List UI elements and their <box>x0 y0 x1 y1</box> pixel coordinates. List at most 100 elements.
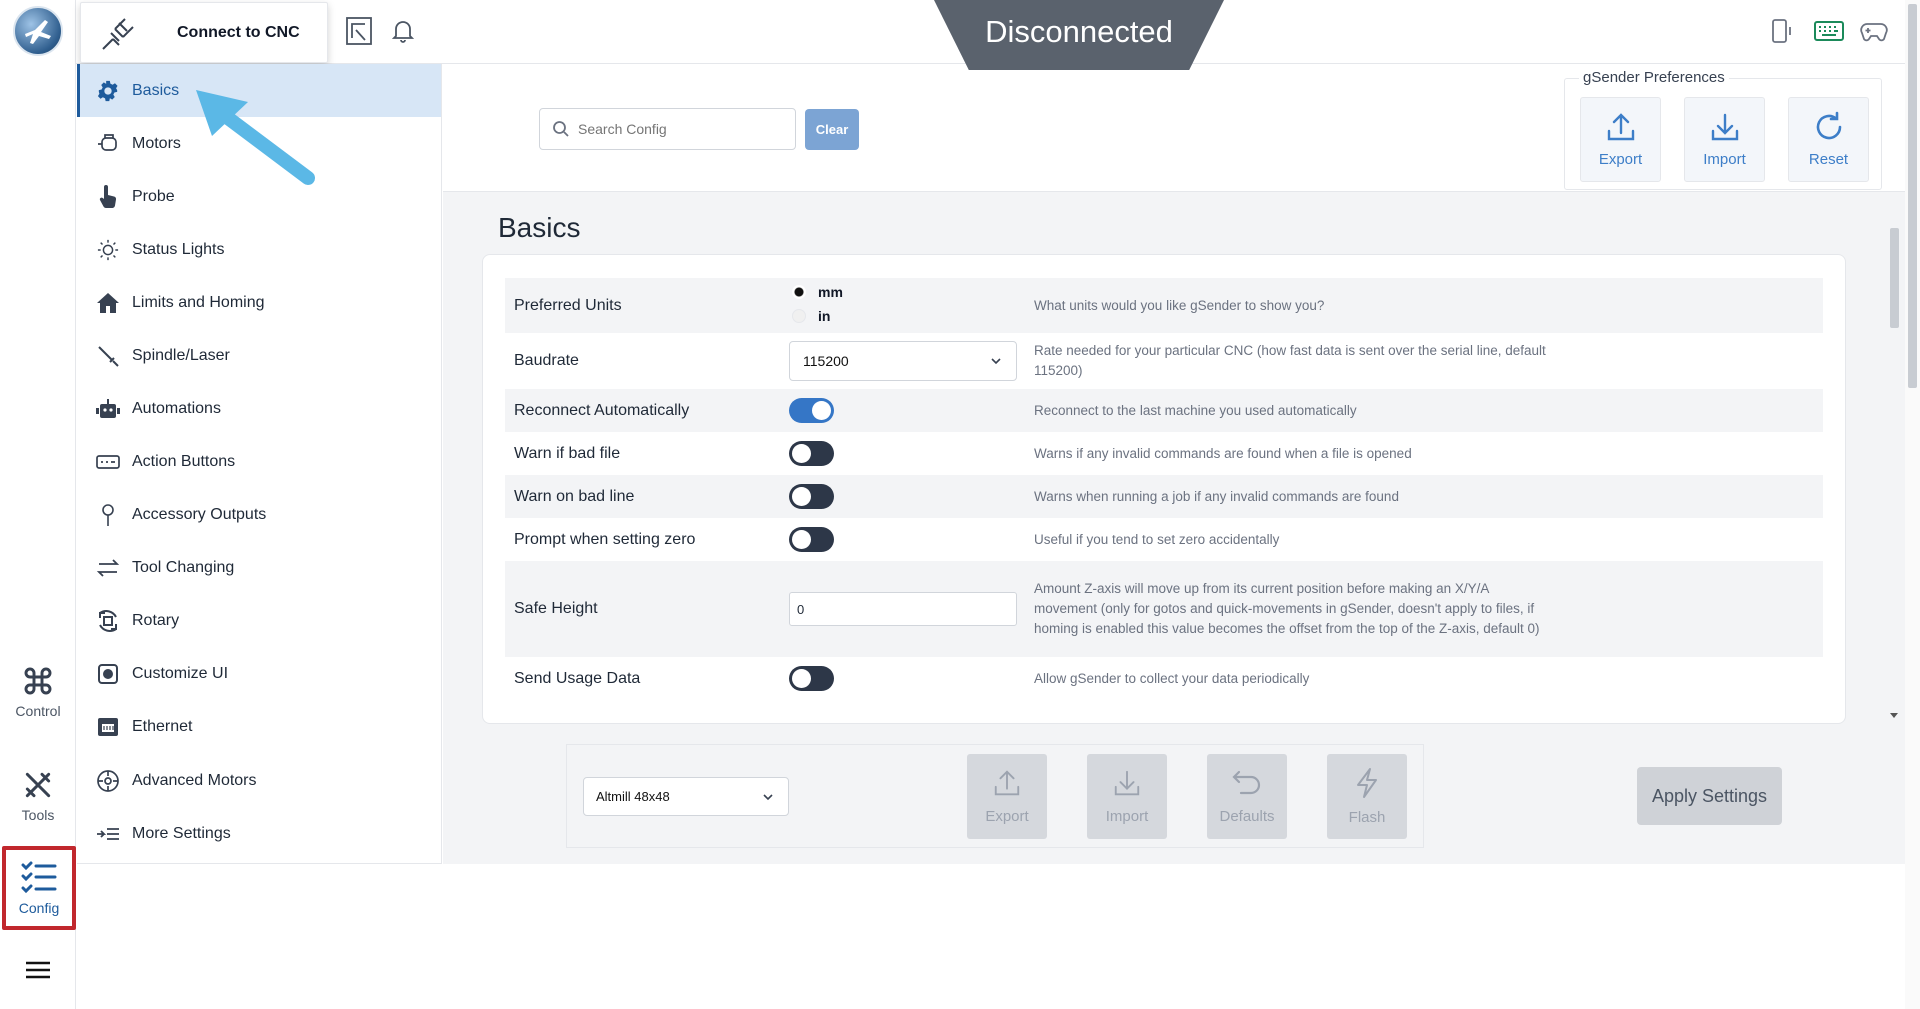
prompt-zero-toggle[interactable] <box>789 527 834 552</box>
firmware-flash-button[interactable]: Flash <box>1327 754 1407 839</box>
setting-row-baudrate: Baudrate 115200 Rate needed for your par… <box>505 333 1823 389</box>
warn-bad-file-desc: Warns if any invalid commands are found … <box>1034 445 1412 461</box>
firmware-export-label: Export <box>985 808 1029 825</box>
sidebar-item-more-settings[interactable]: More Settings <box>77 807 441 860</box>
preferences-import-label: Import <box>1703 151 1746 168</box>
preferences-reset-button[interactable]: Reset <box>1788 97 1869 182</box>
ethernet-icon <box>94 713 122 741</box>
sidebar-item-ethernet[interactable]: Ethernet <box>77 700 441 753</box>
sidebar-item-rotary[interactable]: Rotary <box>77 594 441 647</box>
baudrate-select[interactable]: 115200 <box>789 341 1017 381</box>
connect-label: Connect to CNC <box>177 23 300 41</box>
rail-control[interactable]: Control <box>0 652 76 732</box>
undo-icon <box>1232 770 1261 795</box>
preferred-units-desc: What units would you like gSender to sho… <box>1034 297 1325 313</box>
clear-search-button[interactable]: Clear <box>805 109 859 150</box>
firmware-export-button[interactable]: Export <box>967 754 1047 839</box>
connect-to-cnc-button[interactable]: Connect to CNC <box>80 2 328 63</box>
firmware-import-button[interactable]: Import <box>1087 754 1167 839</box>
search-config-field[interactable] <box>539 108 796 150</box>
content-scrollbar[interactable] <box>1887 210 1901 720</box>
sidebar-item-label: More Settings <box>132 824 231 842</box>
sidebar-item-label: Spindle/Laser <box>132 346 230 364</box>
keyboard-icon <box>94 448 122 476</box>
connection-status-tab: Disconnected <box>934 0 1224 70</box>
setting-row-usage-data: Send Usage Data Allow gSender to collect… <box>505 657 1823 701</box>
toggle-knob <box>792 530 811 549</box>
top-bar: Connect to CNC Disconnected <box>76 0 1905 70</box>
search-icon <box>553 121 569 137</box>
rail-tools[interactable]: Tools <box>0 756 76 836</box>
rail-config[interactable]: Config <box>2 846 76 930</box>
hamburger-menu-icon[interactable] <box>0 940 76 1000</box>
sidebar-item-limits-homing[interactable]: Limits and Homing <box>77 276 441 329</box>
machine-profile-select[interactable]: Altmill 48x48 <box>583 777 789 816</box>
sun-icon <box>94 236 122 264</box>
usage-data-label: Send Usage Data <box>514 670 641 687</box>
reconnect-desc: Reconnect to the last machine you used a… <box>1034 402 1357 418</box>
sidebar-item-label: Motors <box>132 134 181 152</box>
app-root: Control Tools Config Connect to CNC Disc… <box>0 0 1920 1009</box>
warn-bad-line-toggle[interactable] <box>789 484 834 509</box>
apply-settings-button[interactable]: Apply Settings <box>1637 767 1782 825</box>
sidebar-item-tool-changing[interactable]: Tool Changing <box>77 541 441 594</box>
page-scrollbar[interactable] <box>1905 0 1920 1009</box>
sidebar-item-status-lights[interactable]: Status Lights <box>77 223 441 276</box>
more-settings-icon <box>94 820 122 848</box>
download-icon <box>1114 770 1140 796</box>
sidebar-item-label: Advanced Motors <box>132 771 257 789</box>
units-radio-mm[interactable]: mm <box>792 284 843 300</box>
sidebar-item-advanced-motors[interactable]: Advanced Motors <box>77 754 441 807</box>
workspace-icon[interactable] <box>344 16 374 46</box>
sidebar-item-probe[interactable]: Probe <box>77 170 441 223</box>
firmware-flash-label: Flash <box>1348 809 1386 826</box>
warn-bad-file-label: Warn if bad file <box>514 444 621 462</box>
setting-row-safe-height: Safe Height 0 Amount Z-axis will move up… <box>505 561 1823 657</box>
preferred-units-label: Preferred Units <box>514 296 622 314</box>
plug-icon <box>102 17 134 50</box>
safe-height-input[interactable]: 0 <box>789 592 1017 626</box>
sidebar-item-label: Rotary <box>132 611 180 629</box>
setting-row-preferred-units: Preferred Units mm in What units would y… <box>505 278 1823 333</box>
sidebar-item-accessory-outputs[interactable]: Accessory Outputs <box>77 488 441 541</box>
machine-profile-value: Altmill 48x48 <box>596 789 670 804</box>
sidebar-item-label: Accessory Outputs <box>132 505 267 523</box>
rail-tools-label: Tools <box>21 807 55 823</box>
warn-bad-file-toggle[interactable] <box>789 441 834 466</box>
radio-unselected-icon <box>792 309 806 323</box>
usage-data-toggle[interactable] <box>789 666 834 691</box>
baudrate-label: Baudrate <box>514 352 579 369</box>
firmware-defaults-button[interactable]: Defaults <box>1207 754 1287 839</box>
search-input[interactable] <box>578 121 778 137</box>
scroll-down-icon[interactable] <box>1889 712 1899 720</box>
customize-icon <box>94 660 122 688</box>
sidebar-item-basics[interactable]: Basics <box>77 64 441 117</box>
preferences-export-button[interactable]: Export <box>1580 97 1661 182</box>
sidebar-item-motors[interactable]: Motors <box>77 117 441 170</box>
advanced-motor-icon <box>94 767 122 795</box>
gsender-logo[interactable] <box>13 6 63 56</box>
baudrate-value: 115200 <box>803 353 849 369</box>
rotary-icon <box>94 607 122 635</box>
sidebar-item-automations[interactable]: Automations <box>77 382 441 435</box>
config-sidebar: Basics Motors Probe Status Lights Limits… <box>77 64 442 864</box>
sidebar-item-spindle-laser[interactable]: Spindle/Laser <box>77 329 441 382</box>
keyboard-icon[interactable] <box>1814 20 1844 42</box>
refresh-icon <box>1816 111 1841 140</box>
sidebar-item-label: Basics <box>132 81 180 99</box>
sidebar-item-label: Limits and Homing <box>132 293 265 311</box>
reconnect-toggle[interactable] <box>789 398 834 423</box>
motor-icon <box>94 130 122 158</box>
bell-icon[interactable] <box>388 16 418 46</box>
scrollbar-thumb[interactable] <box>1890 228 1899 328</box>
connection-status-text: Disconnected <box>985 14 1173 49</box>
sidebar-item-action-buttons[interactable]: Action Buttons <box>77 435 441 488</box>
chevron-down-icon <box>763 794 773 801</box>
gamepad-icon[interactable] <box>1860 20 1888 42</box>
page-scrollbar-thumb[interactable] <box>1908 4 1917 388</box>
phone-icon[interactable] <box>1770 18 1794 44</box>
sidebar-item-customize-ui[interactable]: Customize UI <box>77 647 441 700</box>
units-radio-in[interactable]: in <box>792 308 830 324</box>
preferences-legend: gSender Preferences <box>1579 69 1729 86</box>
preferences-import-button[interactable]: Import <box>1684 97 1765 182</box>
